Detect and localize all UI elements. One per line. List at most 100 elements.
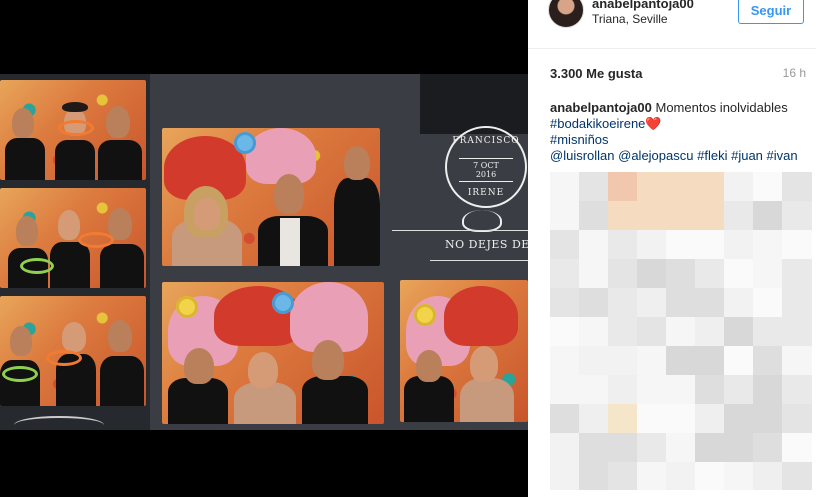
blur-cell — [666, 404, 696, 434]
strip-frame-6 — [400, 280, 528, 422]
follow-button[interactable]: Seguir — [738, 0, 804, 24]
blur-cell — [579, 230, 609, 260]
blur-cell — [666, 230, 696, 260]
blur-cell — [637, 230, 667, 260]
blur-cell — [608, 404, 638, 434]
blur-cell — [579, 259, 609, 289]
blur-cell — [695, 288, 725, 318]
hashtag-link[interactable]: #fleki — [697, 148, 727, 163]
blur-cell — [724, 201, 754, 231]
avatar[interactable] — [548, 0, 584, 28]
blur-cell — [637, 375, 667, 405]
blur-cell — [695, 346, 725, 376]
blur-cell — [666, 375, 696, 405]
blur-cell — [753, 172, 783, 202]
stamp-name-2: IRENE — [467, 188, 505, 198]
blur-cell — [724, 230, 754, 260]
blur-cell — [666, 462, 696, 490]
blur-cell — [724, 433, 754, 463]
blur-cell — [782, 259, 812, 289]
blur-cell — [753, 288, 783, 318]
likes-count[interactable]: 3.300 Me gusta — [550, 66, 643, 81]
post-username[interactable]: anabelpantoja00 — [592, 0, 694, 11]
blur-cell — [608, 172, 638, 202]
blur-cell — [753, 375, 783, 405]
blur-cell — [695, 317, 725, 347]
post-photo[interactable]: FRANCISCO 7 OCT 2016 IRENE NO DEJES DE — [0, 0, 528, 497]
blur-cell — [608, 259, 638, 289]
blur-cell — [550, 346, 580, 376]
hashtag-link[interactable]: #juan — [731, 148, 763, 163]
blur-cell — [637, 201, 667, 231]
blur-cell — [637, 433, 667, 463]
blur-cell — [637, 404, 667, 434]
post-header: anabelpantoja00 Triana, Seville Seguir — [528, 0, 816, 49]
blur-cell — [753, 201, 783, 231]
blur-cell — [550, 259, 580, 289]
blur-cell — [695, 230, 725, 260]
blur-cell — [608, 288, 638, 318]
blur-cell — [579, 462, 609, 490]
blur-cell — [637, 462, 667, 490]
strip-frame-1 — [0, 80, 146, 180]
blur-cell — [782, 404, 812, 434]
blur-cell — [666, 201, 696, 231]
blur-cell — [724, 404, 754, 434]
blur-cell — [637, 259, 667, 289]
blur-cell — [550, 230, 580, 260]
caption-text: Momentos inolvidables — [655, 100, 788, 115]
blur-cell — [608, 317, 638, 347]
blur-cell — [782, 201, 812, 231]
blur-cell — [579, 375, 609, 405]
hashtag-link[interactable]: #ivan — [767, 148, 798, 163]
blur-cell — [782, 230, 812, 260]
blur-cell — [782, 317, 812, 347]
blur-cell — [724, 375, 754, 405]
blur-cell — [579, 317, 609, 347]
blur-cell — [753, 230, 783, 260]
blur-cell — [695, 201, 725, 231]
wedding-stamp: FRANCISCO 7 OCT 2016 IRENE — [445, 126, 527, 208]
post-sidebar: anabelpantoja00 Triana, Seville Seguir 3… — [528, 0, 816, 497]
strip-frame-4 — [162, 128, 380, 266]
hashtag-link[interactable]: #bodakikoeirene — [550, 116, 645, 131]
mention-link[interactable]: @luisrollan — [550, 148, 615, 163]
blur-cell — [724, 172, 754, 202]
blur-cell — [782, 375, 812, 405]
blur-cell — [666, 346, 696, 376]
blur-cell — [695, 172, 725, 202]
divider — [430, 260, 528, 261]
blur-cell — [695, 259, 725, 289]
blur-cell — [753, 317, 783, 347]
blur-cell — [579, 201, 609, 231]
blur-cell — [753, 346, 783, 376]
stamp-name-1: FRANCISCO — [452, 136, 520, 146]
pixelated-comments — [550, 172, 812, 490]
caption-username[interactable]: anabelpantoja00 — [550, 100, 652, 115]
blur-cell — [550, 462, 580, 490]
strip-frame-5 — [162, 282, 384, 424]
blur-cell — [608, 375, 638, 405]
blur-cell — [579, 346, 609, 376]
post-location[interactable]: Triana, Seville — [592, 12, 668, 26]
strip-frame-3 — [0, 296, 146, 406]
blur-cell — [608, 346, 638, 376]
blur-cell — [724, 288, 754, 318]
blur-cell — [666, 172, 696, 202]
blur-cell — [579, 172, 609, 202]
strip-frame-2 — [0, 188, 146, 288]
blur-cell — [637, 172, 667, 202]
ornament-icon — [462, 210, 502, 232]
blur-cell — [753, 259, 783, 289]
blur-cell — [666, 317, 696, 347]
blur-cell — [782, 172, 812, 202]
blur-cell — [782, 288, 812, 318]
mention-link[interactable]: @alejopascu — [618, 148, 693, 163]
blur-cell — [579, 433, 609, 463]
blur-cell — [550, 172, 580, 202]
blur-cell — [782, 433, 812, 463]
hashtag-link[interactable]: #misniños — [550, 132, 609, 147]
blur-cell — [579, 288, 609, 318]
post-time[interactable]: 16 h — [783, 66, 806, 80]
blur-cell — [550, 288, 580, 318]
